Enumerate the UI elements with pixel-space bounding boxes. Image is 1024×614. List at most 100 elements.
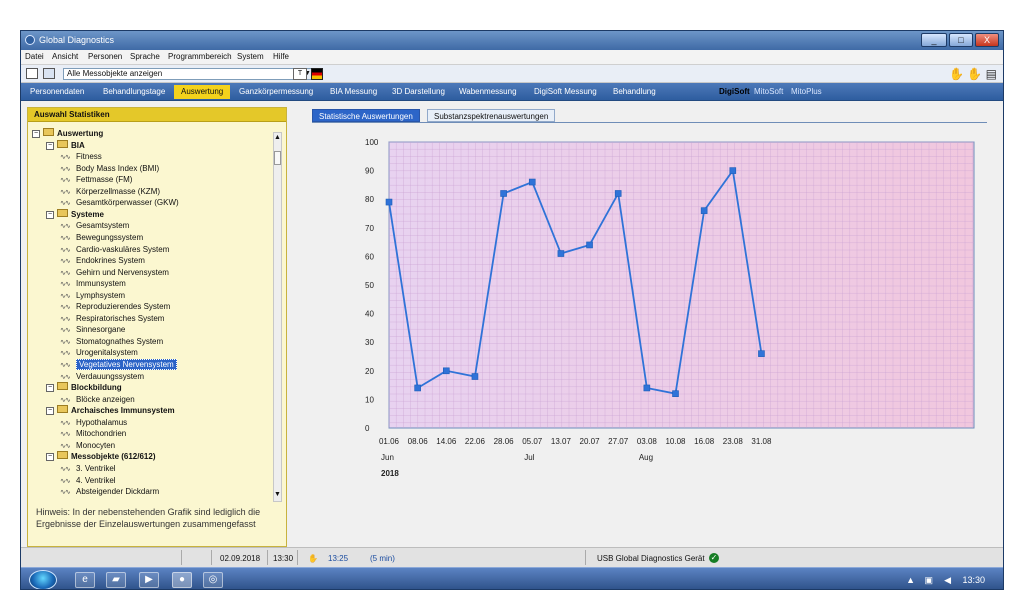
tab-mitoplus[interactable]: MitoPlus xyxy=(791,87,822,96)
collapse-icon[interactable]: − xyxy=(46,141,54,150)
tab-bia-messung[interactable]: BIA Messung xyxy=(330,87,377,96)
text-size-button[interactable]: T xyxy=(293,68,307,80)
status-bar: 02.09.2018 13:30 ✋ 13:25 (5 min) USB Glo… xyxy=(21,547,1003,567)
close-button[interactable]: X xyxy=(975,33,999,47)
measurement-wave-icon: ∿∿ xyxy=(60,246,71,254)
tray-up-arrow-icon[interactable]: ▲ xyxy=(906,575,915,585)
menu-sprache[interactable]: Sprache xyxy=(130,52,160,61)
tree-folder-item[interactable]: − Blockbildung xyxy=(46,382,122,393)
tree-list-item[interactable]: ∿∿ Respiratorisches System xyxy=(60,313,164,324)
german-flag-icon[interactable] xyxy=(311,68,323,80)
tree-list-item[interactable]: ∿∿ Fettmasse (FM) xyxy=(60,174,132,185)
new-document-icon[interactable] xyxy=(26,68,38,79)
windows-taskbar: e ▰ ▶ ● ◎ ▲ ▣ ◀ 13:30 xyxy=(21,567,1003,589)
document-search-icon[interactable]: ▤ xyxy=(986,67,997,81)
tab-auswertung[interactable]: Auswertung xyxy=(174,85,231,99)
tree-list-item[interactable]: ∿∿ Body Mass Index (BMI) xyxy=(60,163,159,174)
media-player-icon[interactable]: ▶ xyxy=(139,572,159,588)
collapse-icon[interactable]: − xyxy=(46,407,54,416)
scroll-up-icon[interactable]: ▲ xyxy=(274,134,281,143)
tab-statistische-auswertungen[interactable]: Statistische Auswertungen xyxy=(312,109,420,122)
month-label: Jun xyxy=(381,453,394,462)
tree-folder-item[interactable]: − BIA xyxy=(46,139,85,151)
tree-list-item[interactable]: ∿∿ Gehirn und Nervensystem xyxy=(60,267,169,278)
tree-item-label: Mitochondrien xyxy=(76,429,127,439)
scroll-thumb[interactable] xyxy=(274,151,281,165)
taskbar-clock: 13:30 xyxy=(962,575,985,585)
minimize-button[interactable]: _ xyxy=(921,33,947,47)
device-status: USB Global Diagnostics Gerät xyxy=(597,554,705,563)
data-point-marker xyxy=(443,367,450,375)
statistics-tree[interactable]: − Auswertung − BIA ∿∿ Fitness ∿∿ Body Mass Inde… xyxy=(32,128,280,500)
tree-list-item[interactable]: ∿∿ Urogenitalsystem xyxy=(60,347,138,358)
status-duration: (5 min) xyxy=(370,554,395,563)
tree-folder-item[interactable]: − Archaisches Immunsystem xyxy=(46,405,175,416)
menu-ansicht[interactable]: Ansicht xyxy=(52,52,78,61)
network-icon[interactable]: ▣ xyxy=(924,575,933,586)
tree-list-item[interactable]: ∿∿ Vegetatives Nervensystem xyxy=(60,359,177,370)
red-hand-icon[interactable]: ✋ xyxy=(967,67,982,81)
tree-list-item[interactable]: ∿∿ Endokrines System xyxy=(60,255,145,266)
tree-list-item[interactable]: ∿∿ Blöcke anzeigen xyxy=(60,394,135,405)
scroll-down-icon[interactable]: ▼ xyxy=(274,491,281,500)
tree-list-item[interactable]: ∿∿ Stomatognathes System xyxy=(60,336,163,347)
print-icon[interactable] xyxy=(43,68,55,79)
tree-list-item[interactable]: ∿∿ Mitochondrien xyxy=(60,428,126,439)
browser-icon[interactable]: ◎ xyxy=(203,572,223,588)
y-axis-tick-label: 30 xyxy=(365,338,374,347)
green-hand-icon[interactable]: ✋ xyxy=(949,67,964,81)
tab-behandlungstage[interactable]: Behandlungstage xyxy=(103,87,165,96)
collapse-icon[interactable]: − xyxy=(46,210,54,219)
measurement-wave-icon: ∿∿ xyxy=(60,465,71,473)
folder-icon[interactable]: ▰ xyxy=(106,572,126,588)
tab-behandlung[interactable]: Behandlung xyxy=(613,87,656,96)
tree-folder-item[interactable]: − Messobjekte (612/612) xyxy=(46,451,156,462)
measurement-object-select[interactable]: Alle Messobjekte anzeigen ▼ xyxy=(63,68,313,80)
maximize-button[interactable]: □ xyxy=(949,33,973,47)
right-tool-icons[interactable]: ✋ ✋ ▤ xyxy=(949,67,997,81)
tab-mitosoft[interactable]: MitoSoft xyxy=(754,87,783,96)
tree-item-label: Verdauungssystem xyxy=(76,371,145,381)
folder-icon xyxy=(43,128,54,136)
tree-list-item[interactable]: ∿∿ Reproduzierendes System xyxy=(60,301,170,312)
tree-list-item[interactable]: ∿∿ Verdauungssystem xyxy=(60,371,144,382)
tree-list-item[interactable]: ∿∿ Gesamtkörperwasser (GKW) xyxy=(60,197,179,208)
tree-list-item[interactable]: ∿∿ Gesamtsystem xyxy=(60,220,129,231)
measurement-wave-icon: ∿∿ xyxy=(60,281,71,289)
volume-icon[interactable]: ◀ xyxy=(944,575,951,586)
tree-list-item[interactable]: ∿∿ Sinnesorgane xyxy=(60,324,125,335)
collapse-icon[interactable]: − xyxy=(32,130,40,138)
tab-3d-darstellung[interactable]: 3D Darstellung xyxy=(392,87,445,96)
tree-list-item[interactable]: ∿∿ 3. Ventrikel xyxy=(60,463,116,474)
tab-digisoft-messung[interactable]: DigiSoft Messung xyxy=(534,87,597,96)
tab-personendaten[interactable]: Personendaten xyxy=(30,87,84,96)
tree-list-item[interactable]: ∿∿ 4. Ventrikel xyxy=(60,475,116,486)
tree-list-item[interactable]: ∿∿ Fitness xyxy=(60,151,102,162)
tab-wabenmessung[interactable]: Wabenmessung xyxy=(459,87,517,96)
tree-list-item[interactable]: ∿∿ Absteigender Dickdarm xyxy=(60,486,159,497)
tree-list-item[interactable]: ∿∿ Lymphsystem xyxy=(60,290,125,301)
tab-substanzspektrenauswertungen[interactable]: Substanzspektrenauswertungen xyxy=(427,109,556,122)
tree-list-item[interactable]: ∿∿ Hypothalamus xyxy=(60,417,127,428)
tree-list-item[interactable]: ∿∿ Cardio-vaskuläres System xyxy=(60,244,169,255)
tree-list-item[interactable]: ∿∿ Bewegungssystem xyxy=(60,232,143,243)
tree-list-item[interactable]: ∿∿ Immunsystem xyxy=(60,278,126,289)
internet-explorer-icon[interactable]: e xyxy=(75,572,95,588)
windows-start-button[interactable] xyxy=(29,570,57,589)
collapse-icon[interactable]: − xyxy=(46,453,54,462)
collapse-icon[interactable]: − xyxy=(46,384,54,393)
menu-programmbereich[interactable]: Programmbereich xyxy=(168,52,232,61)
tree-list-item[interactable]: ∿∿ Monocyten xyxy=(60,440,115,451)
tree-folder-item[interactable]: − Systeme xyxy=(46,208,104,220)
tree-item-label: Respiratorisches System xyxy=(76,313,165,323)
global-diagnostics-taskbar-icon[interactable]: ● xyxy=(172,572,192,588)
tree-list-item[interactable]: ∿∿ Körperzellmasse (KZM) xyxy=(60,186,160,197)
tree-folder-item[interactable]: − Auswertung xyxy=(32,128,103,139)
tab-ganzkoerpermessung[interactable]: Ganzkörpermessung xyxy=(239,87,313,96)
tab-digisoft[interactable]: DigiSoft xyxy=(719,87,750,96)
menu-personen[interactable]: Personen xyxy=(88,52,122,61)
menu-hilfe[interactable]: Hilfe xyxy=(273,52,289,61)
tree-scrollbar[interactable]: ▲ ▼ xyxy=(273,132,282,502)
menu-datei[interactable]: Datei xyxy=(25,52,44,61)
menu-system[interactable]: System xyxy=(237,52,264,61)
